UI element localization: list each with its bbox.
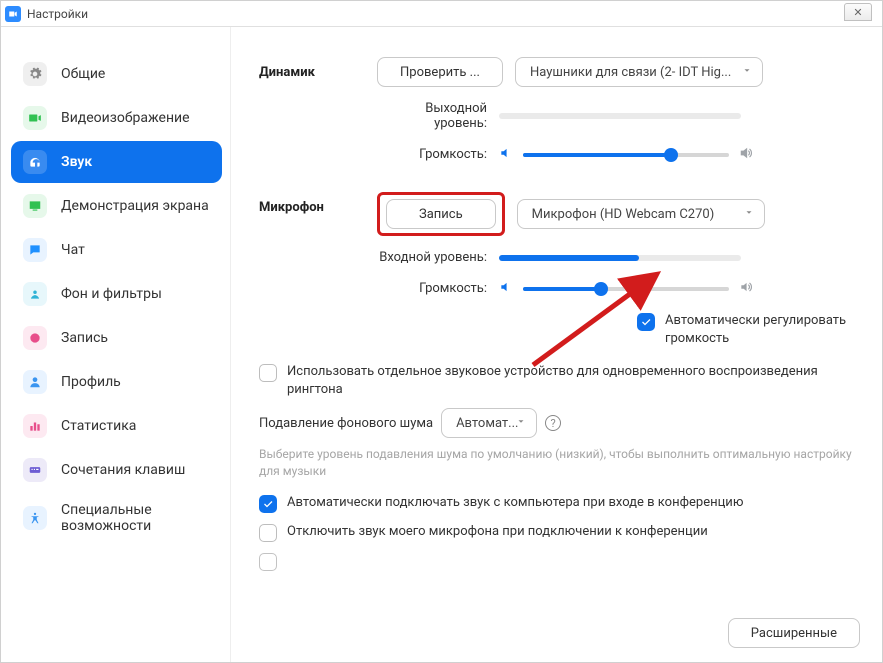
speaker-device-value: Наушники для связи (2- IDT Hig... <box>530 65 731 80</box>
sidebar-item-statistics[interactable]: Статистика <box>11 405 222 447</box>
content: Общие Видеоизображение Звук Демонстрация… <box>1 27 882 662</box>
headphones-icon <box>23 150 47 174</box>
auto-join-audio-option: Автоматически подключать звук с компьюте… <box>259 494 854 513</box>
sidebar-item-label: Чат <box>61 242 85 258</box>
speaker-device-select[interactable]: Наушники для связи (2- IDT Hig... <box>515 57 763 87</box>
auto-adjust-volume-checkbox[interactable] <box>637 313 655 331</box>
speaker-section: Динамик Проверить ... Наушники для связи… <box>259 57 854 178</box>
test-speaker-button[interactable]: Проверить ... <box>377 57 503 87</box>
speaker-low-icon <box>499 145 513 164</box>
sidebar-item-profile[interactable]: Профиль <box>11 361 222 403</box>
noise-suppression-select[interactable]: Автомат... <box>441 408 537 438</box>
sidebar-item-recording[interactable]: Запись <box>11 317 222 359</box>
mic-volume-label: Громкость: <box>377 281 487 296</box>
sidebar-item-label: Запись <box>61 330 108 346</box>
sidebar-item-label: Профиль <box>61 374 121 390</box>
advanced-button[interactable]: Расширенные <box>728 618 860 648</box>
mic-input-level <box>499 255 741 261</box>
sidebar-item-label: Специальные возможности <box>61 502 210 534</box>
mute-on-join-option: Отключить звук моего микрофона при подкл… <box>259 523 854 542</box>
help-icon[interactable]: ? <box>545 415 561 431</box>
stats-icon <box>23 414 47 438</box>
sidebar-item-general[interactable]: Общие <box>11 53 222 95</box>
mic-input-fill <box>499 255 639 261</box>
noise-suppression-value: Автомат... <box>456 416 518 431</box>
share-screen-icon <box>23 194 47 218</box>
chevron-down-icon <box>744 207 754 222</box>
profile-icon <box>23 370 47 394</box>
noise-suppression-row: Подавление фонового шума Автомат... ? <box>259 408 854 438</box>
noise-suppression-hint: Выберите уровень подавления шума по умол… <box>259 446 854 480</box>
ringtone-device-label: Использовать отдельное звуковое устройст… <box>287 363 854 398</box>
mic-device-value: Микрофон (HD Webcam C270) <box>532 207 715 222</box>
sidebar-item-label: Фон и фильтры <box>61 286 162 302</box>
sidebar-item-share[interactable]: Демонстрация экрана <box>11 185 222 227</box>
sidebar-item-accessibility[interactable]: Специальные возможности <box>11 493 222 543</box>
settings-window: Настройки ✕ Общие Видеоизображение Звук … <box>0 0 883 663</box>
ringtone-device-option: Использовать отдельное звуковое устройст… <box>259 363 854 398</box>
audio-settings-panel: Динамик Проверить ... Наушники для связи… <box>231 27 882 662</box>
mute-on-join-label: Отключить звук моего микрофона при подкл… <box>287 523 854 541</box>
auto-join-audio-label: Автоматически подключать звук с компьюте… <box>287 494 854 512</box>
record-mic-button[interactable]: Запись <box>386 199 496 229</box>
speaker-volume-slider[interactable] <box>523 153 729 157</box>
sidebar-item-label: Сочетания клавиш <box>61 462 185 478</box>
speaker-low-icon <box>499 279 513 298</box>
slider-thumb[interactable] <box>664 148 678 162</box>
mic-device-select[interactable]: Микрофон (HD Webcam C270) <box>517 199 765 229</box>
truncated-option <box>259 552 854 571</box>
sidebar-item-label: Общие <box>61 66 105 82</box>
output-level-label: Выходной уровень: <box>377 101 487 131</box>
speaker-output-level <box>499 113 741 119</box>
record-button-highlight: Запись <box>377 192 505 236</box>
input-level-label: Входной уровень: <box>377 250 487 265</box>
speaker-high-icon <box>739 145 753 164</box>
sidebar-item-label: Статистика <box>61 418 136 434</box>
chat-icon <box>23 238 47 262</box>
keyboard-icon <box>23 458 47 482</box>
sidebar-item-label: Видеоизображение <box>61 110 190 126</box>
sidebar-item-video[interactable]: Видеоизображение <box>11 97 222 139</box>
auto-join-audio-checkbox[interactable] <box>259 495 277 513</box>
sidebar-item-background[interactable]: Фон и фильтры <box>11 273 222 315</box>
speaker-volume-label: Громкость: <box>377 147 487 162</box>
titlebar: Настройки ✕ <box>1 1 882 27</box>
mute-on-join-checkbox[interactable] <box>259 524 277 542</box>
app-icon <box>5 6 21 22</box>
auto-adjust-label: Автоматически регулировать громкость <box>665 312 854 347</box>
microphone-heading: Микрофон <box>259 192 377 215</box>
chevron-down-icon <box>742 65 752 80</box>
truncated-checkbox[interactable] <box>259 553 277 571</box>
chevron-down-icon <box>516 416 526 431</box>
sidebar: Общие Видеоизображение Звук Демонстрация… <box>1 27 231 662</box>
sidebar-item-audio[interactable]: Звук <box>11 141 222 183</box>
noise-suppression-label: Подавление фонового шума <box>259 416 433 431</box>
accessibility-icon <box>23 506 47 530</box>
record-icon <box>23 326 47 350</box>
slider-thumb[interactable] <box>594 282 608 296</box>
window-title: Настройки <box>27 7 88 21</box>
speaker-high-icon <box>739 279 753 298</box>
mic-volume-slider[interactable] <box>523 287 729 291</box>
close-button[interactable]: ✕ <box>844 3 872 21</box>
sidebar-item-label: Демонстрация экрана <box>61 198 209 214</box>
ringtone-device-checkbox[interactable] <box>259 364 277 382</box>
sidebar-item-label: Звук <box>61 154 92 170</box>
video-icon <box>23 106 47 130</box>
gear-icon <box>23 62 47 86</box>
speaker-heading: Динамик <box>259 57 377 80</box>
background-icon <box>23 282 47 306</box>
sidebar-item-shortcuts[interactable]: Сочетания клавиш <box>11 449 222 491</box>
microphone-section: Микрофон Запись Микрофон (HD Webcam C270… <box>259 192 854 357</box>
sidebar-item-chat[interactable]: Чат <box>11 229 222 271</box>
